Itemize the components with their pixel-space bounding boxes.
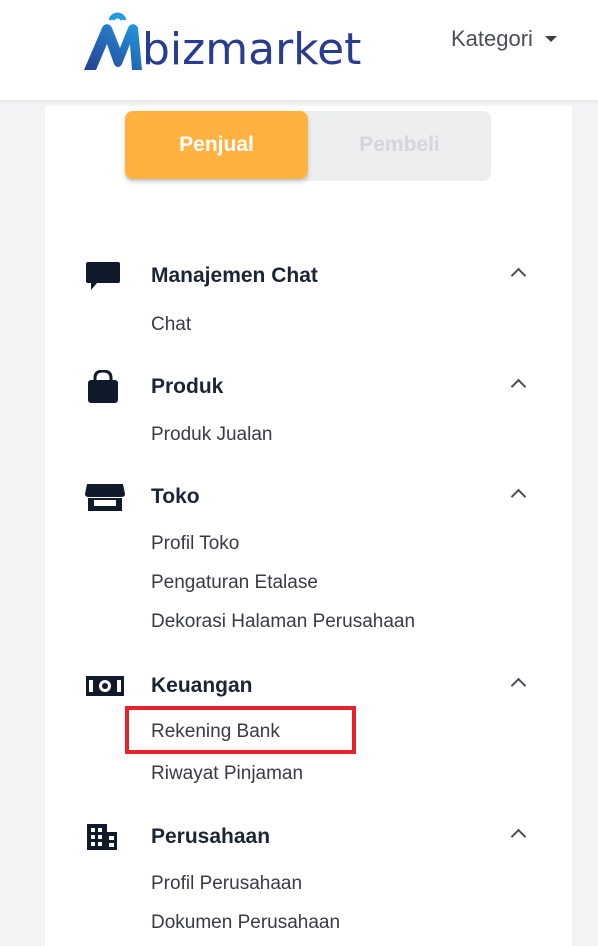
sidebar-panel	[45, 106, 572, 946]
money-icon	[85, 671, 125, 701]
bizmarket-logo[interactable]: bizmarket	[80, 8, 361, 78]
menu-section-manajemen-chat[interactable]: Manajemen Chat	[85, 261, 535, 291]
menu-section-perusahaan[interactable]: Perusahaan	[85, 822, 535, 852]
menu-section-produk[interactable]: Produk	[85, 370, 535, 403]
caret-down-icon	[544, 36, 557, 42]
shopping-bag-icon	[85, 370, 125, 403]
menu-item-pengaturan-etalase[interactable]: Pengaturan Etalase	[151, 571, 318, 595]
chevron-up-icon[interactable]	[510, 378, 527, 395]
menu-item-produk-jualan[interactable]: Produk Jualan	[151, 423, 272, 447]
logo-m-mark	[80, 8, 146, 78]
category-label: Kategori	[451, 26, 533, 51]
brand-name: bizmarket	[142, 24, 362, 75]
menu-item-riwayat-pinjaman[interactable]: Riwayat Pinjaman	[151, 762, 303, 786]
top-header: bizmarket Kategori	[0, 0, 598, 100]
menu-item-dokumen-perusahaan[interactable]: Dokumen Perusahaan	[151, 911, 340, 935]
chevron-up-icon[interactable]	[510, 677, 527, 694]
menu-item-profil-toko[interactable]: Profil Toko	[151, 532, 239, 556]
chat-icon	[85, 261, 125, 291]
highlight-annotation-box	[125, 706, 356, 754]
section-title: Keuangan	[151, 674, 253, 697]
chevron-up-icon[interactable]	[510, 267, 527, 284]
menu-item-dekorasi-halaman[interactable]: Dekorasi Halaman Perusahaan	[151, 610, 415, 634]
category-dropdown[interactable]: Kategori	[451, 26, 557, 52]
seller-toggle-button[interactable]: Penjual	[125, 111, 308, 179]
section-title: Produk	[151, 375, 224, 398]
buyer-toggle-button[interactable]: Pembeli	[308, 111, 491, 179]
section-title: Perusahaan	[151, 825, 271, 848]
chevron-up-icon[interactable]	[510, 828, 527, 845]
section-title: Toko	[151, 485, 200, 508]
menu-section-keuangan[interactable]: Keuangan	[85, 671, 535, 701]
building-icon	[85, 822, 125, 852]
section-title: Manajemen Chat	[151, 264, 318, 287]
menu-item-profil-perusahaan[interactable]: Profil Perusahaan	[151, 872, 302, 896]
menu-item-chat[interactable]: Chat	[151, 313, 191, 337]
menu-section-toko[interactable]: Toko	[85, 482, 535, 512]
role-toggle: Penjual Pembeli	[125, 111, 491, 181]
store-icon	[85, 482, 125, 512]
chevron-up-icon[interactable]	[510, 488, 527, 505]
